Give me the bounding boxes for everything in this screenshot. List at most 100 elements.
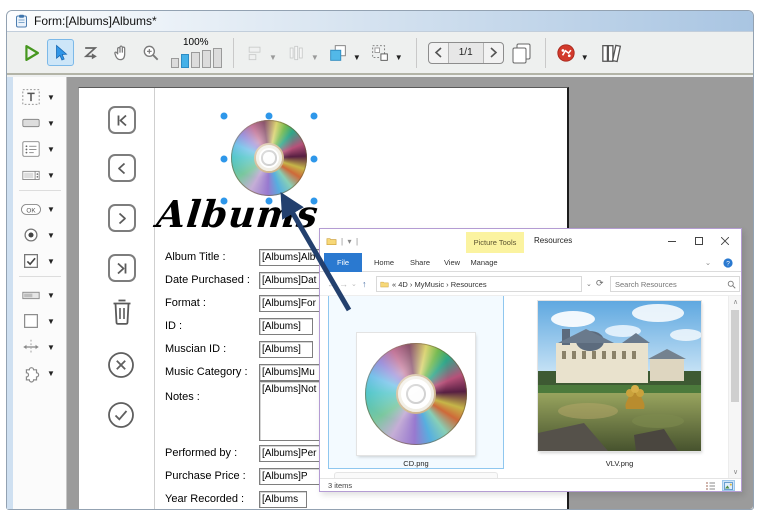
search-box[interactable] xyxy=(610,276,740,292)
radio-button-tool[interactable]: ▼ xyxy=(19,223,65,247)
checkbox-tool[interactable]: ▼ xyxy=(19,249,65,273)
pointer-tool-button[interactable] xyxy=(47,39,74,66)
explorer-content-area[interactable]: CD.png xyxy=(320,296,741,478)
search-icon xyxy=(727,280,736,289)
zoom-tool-button[interactable] xyxy=(137,39,164,66)
scroll-up-icon[interactable]: ∧ xyxy=(729,296,741,308)
selection-handle[interactable] xyxy=(311,113,318,120)
selection-handle[interactable] xyxy=(221,155,228,162)
refresh-icon[interactable]: ⟳ xyxy=(596,278,604,289)
list-box-tool[interactable]: ▼ xyxy=(19,137,65,161)
explorer-titlebar[interactable]: | ▾ | Picture Tools Resources xyxy=(320,229,741,253)
library-button[interactable] xyxy=(595,39,629,66)
hand-tool-button[interactable] xyxy=(107,39,134,66)
zoom-bars[interactable] xyxy=(171,48,222,68)
forward-icon[interactable]: → xyxy=(339,279,348,289)
close-button[interactable] xyxy=(712,229,738,252)
accept-object[interactable] xyxy=(106,400,136,430)
run-form-button[interactable] xyxy=(17,39,44,66)
align-button[interactable] xyxy=(241,39,268,66)
radio-button-tool-caret[interactable]: ▼ xyxy=(47,231,55,240)
input-tool[interactable]: ▼ xyxy=(19,111,65,135)
rectangle-tool[interactable]: ▼ xyxy=(19,309,65,333)
zoom-bar-4[interactable] xyxy=(202,50,211,68)
selection-handle[interactable] xyxy=(266,113,273,120)
rectangle-tool-caret[interactable]: ▼ xyxy=(47,317,55,326)
plugin-tool[interactable]: ▼ xyxy=(19,361,65,385)
splitter-tool[interactable]: ▼ xyxy=(19,335,65,359)
first-record-button-object[interactable] xyxy=(108,106,136,134)
recent-locations-chevron-icon[interactable]: ⌄ xyxy=(351,280,357,288)
zoom-bar-5[interactable] xyxy=(213,48,222,68)
text-tool[interactable]: ▼ xyxy=(19,85,65,109)
search-input[interactable] xyxy=(611,280,727,289)
details-view-button[interactable] xyxy=(704,480,717,491)
tab-home[interactable]: Home xyxy=(368,253,400,272)
combo-box-tool[interactable]: ▼ xyxy=(19,163,65,187)
last-record-button-object[interactable] xyxy=(108,254,136,282)
zoom-bar-1[interactable] xyxy=(171,58,179,68)
distribute-button[interactable] xyxy=(283,39,310,66)
input-tool-caret[interactable]: ▼ xyxy=(47,119,55,128)
zoom-bar-3[interactable] xyxy=(191,52,200,68)
vlv-thumbnail[interactable] xyxy=(538,301,701,451)
tab-file[interactable]: File xyxy=(324,253,362,272)
up-icon[interactable]: ↑ xyxy=(362,279,367,289)
button-tool[interactable]: OK ▼ xyxy=(19,197,65,221)
zoom-bar-2-active[interactable] xyxy=(181,54,189,68)
thumbnail-view-button[interactable] xyxy=(722,480,735,491)
explorer-scrollbar[interactable]: ∧ ∨ xyxy=(728,296,741,478)
data-source-dropdown-caret[interactable]: ▼ xyxy=(581,53,589,62)
help-button[interactable]: ? xyxy=(721,253,735,272)
align-dropdown-caret[interactable]: ▼ xyxy=(269,53,277,62)
grid-dropdown-caret[interactable]: ▼ xyxy=(395,53,403,62)
scrollbar-thumb[interactable] xyxy=(731,310,739,402)
text-tool-caret[interactable]: ▼ xyxy=(47,93,55,102)
data-source-button[interactable] xyxy=(553,39,580,66)
previous-page-button[interactable] xyxy=(429,43,448,63)
address-bar[interactable]: « 4D › MyMusic › Resources xyxy=(376,276,582,292)
previous-record-button-object[interactable] xyxy=(108,154,136,182)
progress-tool-caret[interactable]: ▼ xyxy=(47,291,55,300)
tab-manage[interactable]: Manage xyxy=(466,253,502,272)
file-item-cd[interactable]: CD.png xyxy=(328,296,504,469)
field-object-id[interactable]: [Albums] xyxy=(259,318,313,335)
back-icon[interactable]: ← xyxy=(327,279,336,289)
selection-handle[interactable] xyxy=(311,155,318,162)
zoom-level-control[interactable]: 100% xyxy=(171,37,222,68)
maximize-button[interactable] xyxy=(686,229,712,252)
minimize-button[interactable] xyxy=(659,229,685,252)
combo-box-tool-caret[interactable]: ▼ xyxy=(47,171,55,180)
level-dropdown-caret[interactable]: ▼ xyxy=(353,53,361,62)
next-record-button-object[interactable] xyxy=(108,204,136,232)
address-dropdown-chevron-icon[interactable]: ⌄ xyxy=(586,280,592,288)
field-object-year-recorded[interactable]: [Albums xyxy=(259,491,307,508)
quick-access-toolbar[interactable]: | ▾ | xyxy=(341,237,358,246)
cd-thumbnail[interactable] xyxy=(357,333,475,455)
distribute-dropdown-caret[interactable]: ▼ xyxy=(311,53,319,62)
tab-share[interactable]: Share xyxy=(404,253,436,272)
breadcrumb[interactable]: « 4D › MyMusic › Resources xyxy=(392,280,487,289)
selection-handle[interactable] xyxy=(221,113,228,120)
form-editor-titlebar[interactable]: Form:[Albums]Albums* xyxy=(7,11,753,32)
grid-button[interactable] xyxy=(367,39,394,66)
next-page-button[interactable] xyxy=(484,43,503,63)
entry-order-tool-button[interactable] xyxy=(77,39,104,66)
tab-view[interactable]: View xyxy=(438,253,466,272)
delete-record-object[interactable] xyxy=(109,296,135,326)
cancel-object[interactable] xyxy=(106,350,136,380)
button-tool-caret[interactable]: ▼ xyxy=(47,205,55,214)
form-title-text-object[interactable]: Albums xyxy=(155,192,321,236)
file-item-vlv[interactable]: VLV.png xyxy=(538,301,701,478)
cd-picture-object[interactable] xyxy=(224,116,314,201)
form-pages-button[interactable] xyxy=(508,39,535,66)
ribbon-collapse-chevron-icon[interactable]: ⌄ xyxy=(701,253,715,272)
plugin-tool-caret[interactable]: ▼ xyxy=(47,369,55,378)
scroll-down-icon[interactable]: ∨ xyxy=(729,466,741,478)
progress-tool[interactable]: ▼ xyxy=(19,283,65,307)
level-button[interactable] xyxy=(325,39,352,66)
checkbox-tool-caret[interactable]: ▼ xyxy=(47,257,55,266)
splitter-tool-caret[interactable]: ▼ xyxy=(47,343,55,352)
list-box-tool-caret[interactable]: ▼ xyxy=(47,145,55,154)
field-object-muscian-id[interactable]: [Albums] xyxy=(259,341,313,358)
